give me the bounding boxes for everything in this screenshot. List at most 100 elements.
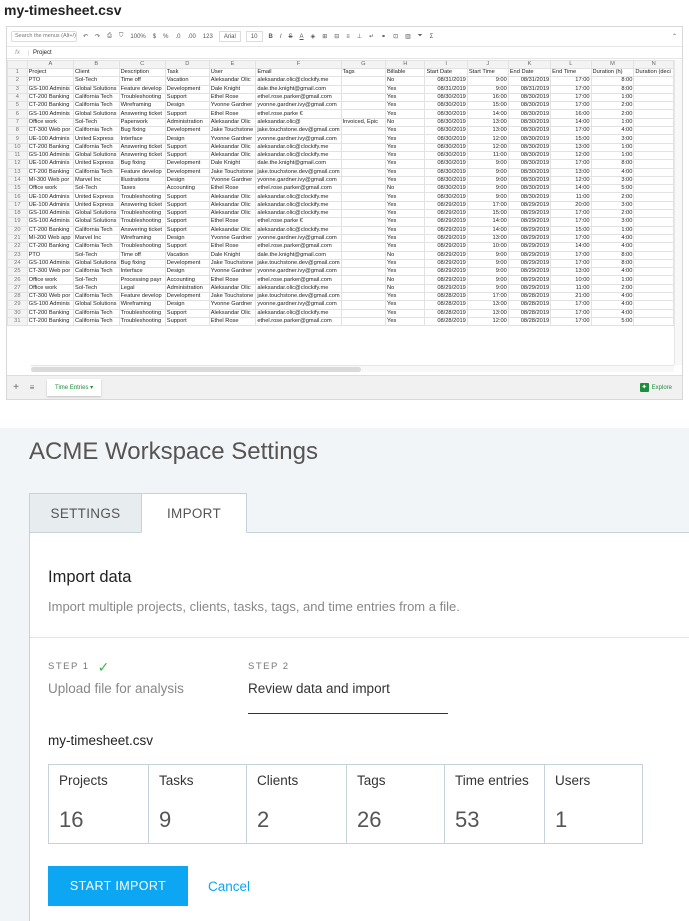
cell[interactable]: Support [164,92,210,103]
cell[interactable]: 17:00 [550,233,592,244]
cell[interactable]: 13:00 [550,142,592,152]
cell[interactable] [633,242,674,252]
cell[interactable]: No [385,117,426,128]
cell[interactable]: 14:00 [550,117,592,128]
cell[interactable]: Dale Knight [208,250,257,260]
cell[interactable] [340,92,387,103]
row-number[interactable]: 27 [7,283,28,294]
cell[interactable]: 4:00 [590,233,635,244]
cell[interactable]: Billable [385,67,426,78]
row-number[interactable]: 5 [7,101,28,111]
cell[interactable] [340,175,387,186]
cell[interactable]: 15:00 [550,134,592,144]
cell[interactable] [633,291,674,302]
row-number[interactable]: 24 [7,258,28,269]
cell[interactable]: Support [164,308,210,318]
cell[interactable] [340,275,387,285]
cell[interactable]: Duration (h) [590,67,635,78]
cell[interactable] [633,300,674,310]
row-number[interactable]: 18 [7,209,28,219]
cell[interactable]: Feature develop [118,167,166,177]
cell[interactable]: Office work [26,283,75,294]
add-sheet-icon[interactable]: + [7,382,25,393]
cell[interactable]: Vacation [164,76,210,86]
cell[interactable]: Taxes [118,184,166,194]
row-number[interactable]: 17 [7,200,28,211]
cell[interactable] [633,283,674,294]
cell[interactable] [633,101,674,111]
cell[interactable]: 14:00 [466,225,509,235]
column-header[interactable]: A [26,60,75,69]
more-formats-button[interactable]: 123 [202,34,214,40]
cell[interactable]: 08/30/2019 [424,109,468,119]
cell[interactable]: 2:00 [590,109,635,119]
cell[interactable]: Support [164,200,210,211]
cell[interactable]: Bug fixing [118,159,166,169]
cell[interactable]: Interface [118,267,166,277]
cell[interactable] [340,134,387,144]
cell[interactable] [633,76,674,86]
cell[interactable]: Yes [385,200,426,211]
cell[interactable] [340,267,387,277]
collapse-toolbar-icon[interactable]: ⌃ [671,33,678,40]
italic-button[interactable]: I [279,34,283,40]
cell[interactable] [340,126,387,136]
cell[interactable]: Invoiced, Epic [340,117,387,128]
merge-icon[interactable]: ⊟ [333,33,340,40]
cell[interactable]: Accounting [164,275,210,285]
cell[interactable]: United Express [73,159,120,169]
cell[interactable]: Ethel Rose [208,275,257,285]
cell[interactable]: 08/29/2019 [507,209,552,219]
cell[interactable]: aleksandar.olic@clockify.me [255,76,342,86]
cell[interactable]: UE-100 Adminis [26,192,75,202]
cell[interactable]: CT-200 Banking [26,92,75,103]
cell[interactable]: Troubleshooting [118,192,166,202]
column-header[interactable]: E [208,60,257,69]
cell[interactable]: 11:00 [550,283,592,294]
cell[interactable]: Accounting [164,184,210,194]
cell[interactable]: Time off [118,250,166,260]
cell[interactable]: yvonne.gardner.ivy@gmail.com [255,134,342,144]
horizontal-scrollbar[interactable] [31,365,674,372]
cell[interactable]: Bug fixing [118,126,166,136]
cell[interactable]: 14:00 [550,242,592,252]
cell[interactable]: Yes [385,233,426,244]
link-icon[interactable]: ⚭ [380,33,387,40]
cell[interactable]: Troubleshooting [118,316,166,327]
cell[interactable]: Interface [118,134,166,144]
cell[interactable]: 08/29/2019 [424,283,468,294]
cell[interactable]: Yes [385,150,426,161]
cell[interactable]: 08/30/2019 [424,167,468,177]
cell[interactable]: 17:00 [550,258,592,269]
cell[interactable]: aleksandar.olic@ [255,117,342,128]
row-number[interactable]: 10 [7,142,28,152]
cell[interactable]: 4:00 [590,126,635,136]
cell[interactable]: California Tech [73,242,120,252]
start-import-button[interactable]: START IMPORT [48,866,188,906]
row-number[interactable]: 19 [7,217,28,227]
cell[interactable]: CT-300 Web por [26,126,75,136]
cell[interactable]: California Tech [73,126,120,136]
row-number[interactable]: 29 [7,300,28,310]
cell[interactable]: jake.touchstone.dev@gmail.com [255,167,342,177]
row-number[interactable]: 12 [7,159,28,169]
cell[interactable]: 08/30/2019 [424,175,468,186]
cell[interactable]: 11:00 [550,192,592,202]
cell[interactable]: Yes [385,84,426,94]
cell[interactable]: aleksandar.olic@clockify.me [255,225,342,235]
cell[interactable]: Design [164,134,210,144]
cell[interactable] [340,101,387,111]
row-number[interactable]: 14 [7,175,28,186]
cell[interactable]: 08/29/2019 [507,283,552,294]
cell[interactable] [340,142,387,152]
fill-color-icon[interactable]: ◈ [310,33,317,40]
cancel-link[interactable]: Cancel [208,866,250,906]
cell[interactable]: MI-200 Web app [26,233,75,244]
cell[interactable]: Aleksandar Olic [208,200,257,211]
cell[interactable]: Troubleshooting [118,308,166,318]
row-number[interactable]: 16 [7,192,28,202]
cell[interactable]: CT-300 Web por [26,267,75,277]
cell[interactable]: dale.the.knight@gmail.com [255,84,342,94]
cell[interactable]: 14:00 [550,184,592,194]
cell[interactable]: 08/30/2019 [507,126,552,136]
